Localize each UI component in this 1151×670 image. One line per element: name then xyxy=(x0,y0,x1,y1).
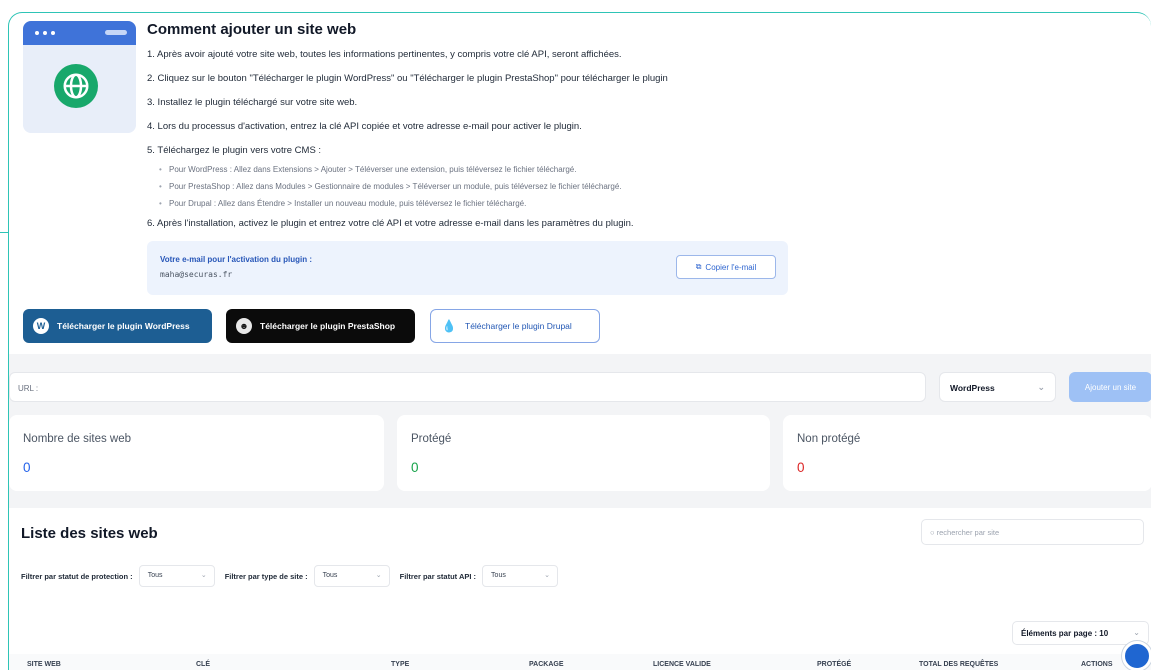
cms-type-value: WordPress xyxy=(950,383,995,393)
filter-protection-select[interactable]: Tous ⌄ xyxy=(138,565,215,587)
activation-email-label: Votre e-mail pour l'activation du plugin… xyxy=(160,255,312,264)
instructions-title: Comment ajouter un site web xyxy=(147,21,357,38)
step-5: 5. Téléchargez le plugin vers votre CMS … xyxy=(147,145,322,156)
chevron-down-icon: ⌄ xyxy=(200,572,207,579)
copy-email-button[interactable]: ⧉ Copier l'e-mail xyxy=(676,255,776,279)
chevron-down-icon: ⌄ xyxy=(1133,628,1140,637)
globe-icon xyxy=(54,64,98,108)
copy-email-label: Copier l'e-mail xyxy=(705,262,757,272)
support-chat-icon[interactable] xyxy=(1122,641,1151,670)
download-prestashop-button[interactable]: ☻ Télécharger le plugin PrestaShop xyxy=(226,309,415,343)
download-wordpress-label: Télécharger le plugin WordPress xyxy=(57,321,190,331)
chevron-down-icon: ⌄ xyxy=(1037,382,1045,392)
filter-bar: Filtrer par statut de protection : Tous … xyxy=(21,565,559,587)
site-search-input[interactable]: ○ rechercher par site xyxy=(921,519,1144,545)
step-6: 6. Après l'installation, activez le plug… xyxy=(147,218,634,229)
download-drupal-label: Télécharger le plugin Drupal xyxy=(465,321,572,331)
step-2: 2. Cliquez sur le bouton "Télécharger le… xyxy=(147,73,668,84)
stat-total-value: 0 xyxy=(23,460,31,475)
filter-protection-label: Filtrer par statut de protection : xyxy=(21,571,133,581)
prestashop-icon: ☻ xyxy=(236,318,252,334)
stat-protected: Protégé 0 xyxy=(397,415,770,491)
website-illustration xyxy=(23,21,136,133)
main-frame: Comment ajouter un site web 1. Après avo… xyxy=(8,12,1151,670)
substep-drupal: Pour Drupal : Allez dans Étendre > Insta… xyxy=(147,198,1137,215)
download-drupal-button[interactable]: 💧 Télécharger le plugin Drupal xyxy=(430,309,600,343)
step-4: 4. Lors du processus d'activation, entre… xyxy=(147,121,582,132)
search-icon: ○ xyxy=(930,528,935,537)
substep-prestashop: Pour PrestaShop : Allez dans Modules > G… xyxy=(147,181,1137,198)
sites-list-title: Liste des sites web xyxy=(21,525,158,542)
filter-api-select[interactable]: Tous ⌄ xyxy=(482,565,559,587)
stat-protected-value: 0 xyxy=(411,460,419,475)
url-input[interactable]: URL : xyxy=(9,372,926,402)
column-type[interactable]: TYPE xyxy=(391,660,409,669)
substep-wordpress: Pour WordPress : Allez dans Extensions >… xyxy=(147,164,1137,181)
column-requests[interactable]: TOTAL DES REQUÊTES xyxy=(919,660,998,669)
stat-unprotected: Non protégé 0 xyxy=(783,415,1151,491)
items-per-page-select[interactable]: Éléments par page : 10 ⌄ xyxy=(1012,621,1149,645)
filter-type-label: Filtrer par type de site : xyxy=(224,571,308,581)
stat-protected-title: Protégé xyxy=(411,433,452,445)
column-license[interactable]: LICENCE VALIDE JUSQU'AU xyxy=(653,660,743,670)
instructions-panel: Comment ajouter un site web 1. Après avo… xyxy=(147,21,1137,241)
column-key[interactable]: CLÉ xyxy=(196,660,210,669)
activation-email-value: maha@securas.fr xyxy=(160,270,233,279)
stat-unprotected-value: 0 xyxy=(797,460,805,475)
filter-type-select[interactable]: Tous ⌄ xyxy=(313,565,390,587)
chevron-down-icon: ⌄ xyxy=(375,572,382,579)
filter-api-value: Tous xyxy=(491,572,506,579)
download-wordpress-button[interactable]: W Télécharger le plugin WordPress xyxy=(23,309,212,343)
search-placeholder: rechercher par site xyxy=(936,528,1000,537)
cms-type-select[interactable]: WordPress ⌄ xyxy=(939,372,1056,402)
filter-api-label: Filtrer par statut API : xyxy=(399,571,477,581)
stat-total-sites: Nombre de sites web 0 xyxy=(9,415,384,491)
step-3: 3. Installez le plugin téléchargé sur vo… xyxy=(147,97,358,108)
stat-total-title: Nombre de sites web xyxy=(23,433,132,445)
browser-bar xyxy=(23,21,136,45)
column-package[interactable]: PACKAGE xyxy=(529,660,563,669)
download-prestashop-label: Télécharger le plugin PrestaShop xyxy=(260,321,396,331)
chevron-down-icon: ⌄ xyxy=(544,572,551,579)
copy-icon: ⧉ xyxy=(695,262,702,271)
filter-type-value: Tous xyxy=(322,572,338,579)
items-per-page-value: Éléments par page : 10 xyxy=(1021,629,1109,638)
step-1: 1. Après avoir ajouté votre site web, to… xyxy=(147,49,622,60)
sites-table-header: SITE WEB CLÉ TYPE PACKAGE LICENCE VALIDE… xyxy=(9,654,1151,670)
wordpress-icon: W xyxy=(33,318,49,334)
filter-protection-value: Tous xyxy=(147,572,163,579)
drupal-icon: 💧 xyxy=(441,319,457,333)
activation-email-box: Votre e-mail pour l'activation du plugin… xyxy=(147,241,788,295)
stat-unprotected-title: Non protégé xyxy=(797,433,861,445)
add-site-button[interactable]: Ajouter un site xyxy=(1069,372,1151,402)
column-actions: ACTIONS xyxy=(1081,661,1113,668)
column-site[interactable]: SITE WEB xyxy=(27,660,61,669)
column-protected[interactable]: PROTÉGÉ xyxy=(817,660,851,669)
sites-list-panel: Liste des sites web ○ rechercher par sit… xyxy=(9,508,1151,670)
